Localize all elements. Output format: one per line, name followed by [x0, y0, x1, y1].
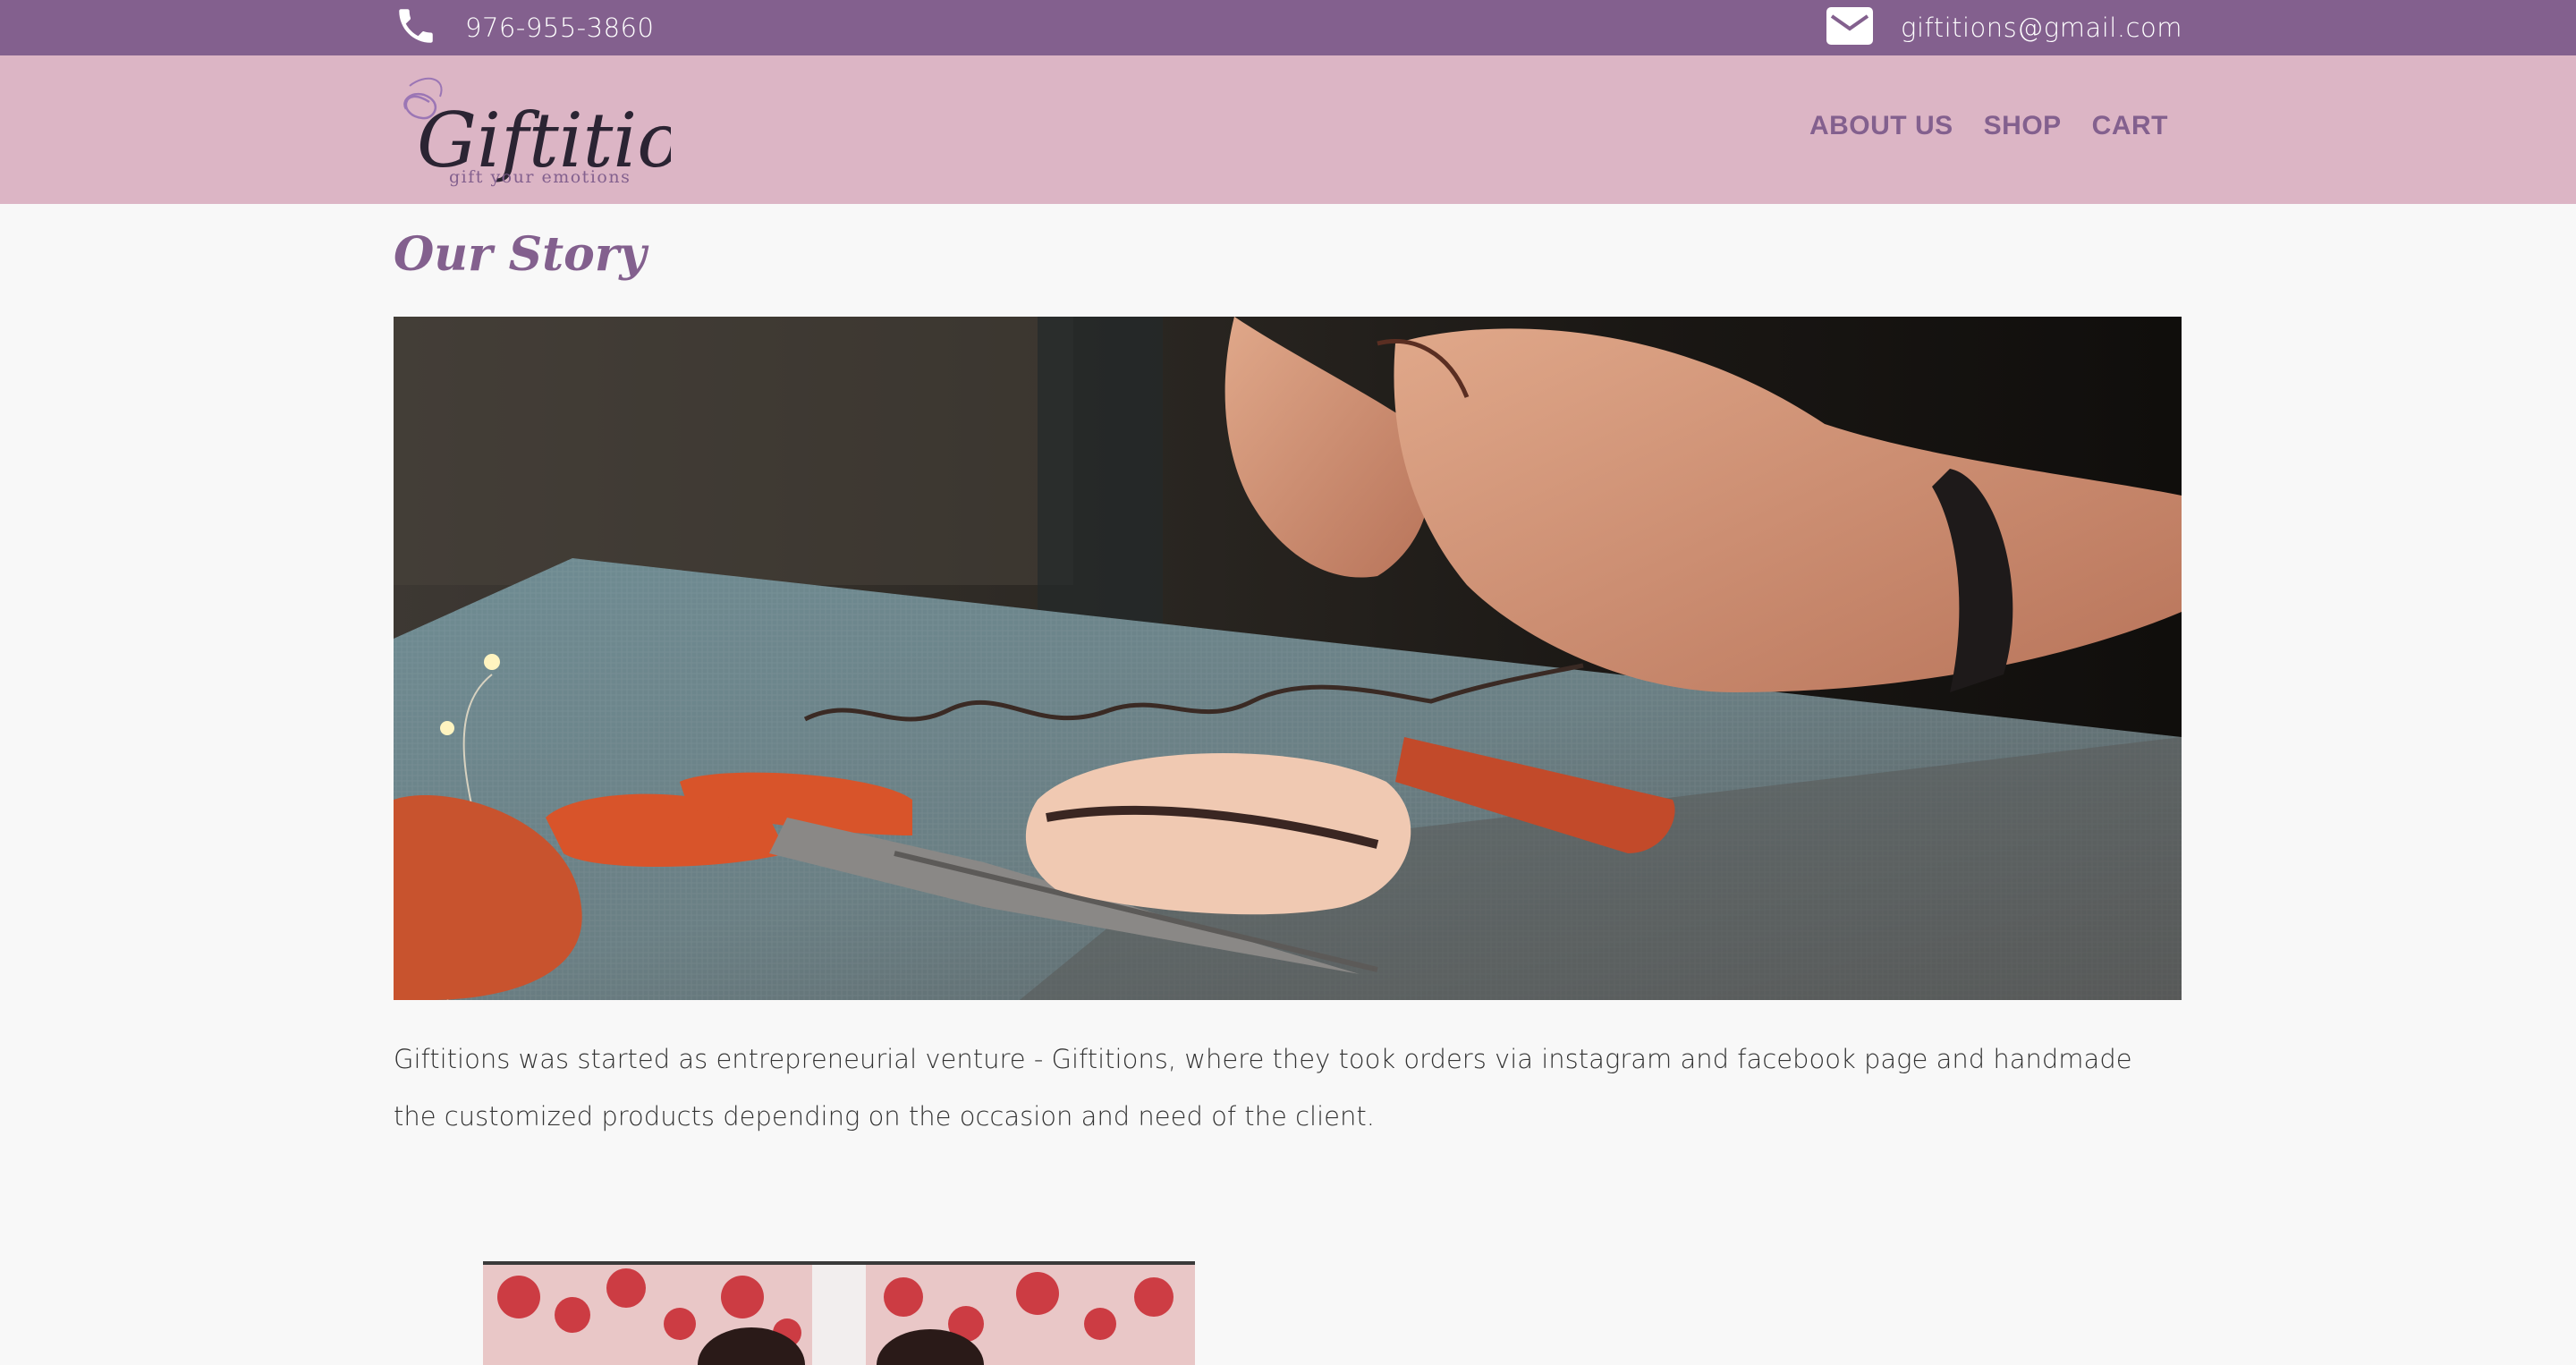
main-navbar: Giftitions gift your emotions ABOUT US S…	[0, 55, 2576, 204]
nav-about-us[interactable]: ABOUT US	[1809, 111, 1953, 141]
contact-bar: 976-955-3860 giftitions@gmail.com	[0, 0, 2576, 55]
brand-logo[interactable]: Giftitions gift your emotions	[394, 66, 769, 191]
story-paragraph: Giftitions was started as entrepreneuria…	[394, 1044, 2132, 1132]
phone-icon	[394, 4, 438, 53]
nav-shop[interactable]: SHOP	[1984, 111, 2062, 141]
hero-photo	[394, 317, 2182, 1000]
email-contact[interactable]: giftitions@gmail.com	[1826, 0, 2182, 55]
email-address[interactable]: giftitions@gmail.com	[1901, 13, 2182, 43]
team-photo	[483, 1261, 1195, 1365]
phone-contact[interactable]: 976-955-3860	[394, 0, 654, 55]
nav-cart[interactable]: CART	[2092, 111, 2168, 141]
page-title: Our Story	[394, 227, 647, 282]
primary-nav: ABOUT US SHOP CART	[1809, 111, 2168, 141]
envelope-icon	[1826, 6, 1874, 50]
svg-text:gift your emotions: gift your emotions	[449, 167, 631, 187]
phone-number[interactable]: 976-955-3860	[465, 13, 654, 43]
